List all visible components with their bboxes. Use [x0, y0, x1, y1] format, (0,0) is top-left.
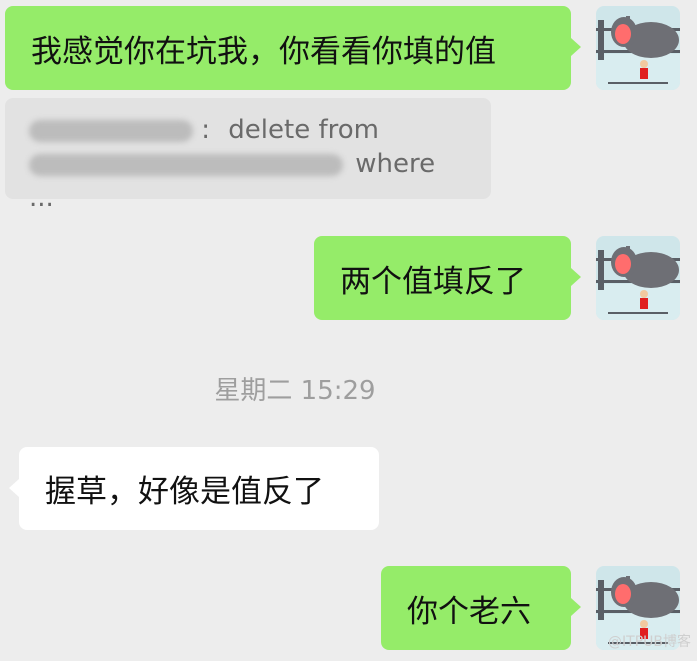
- quote-line-1: : delete from: [29, 113, 467, 147]
- blurred-sender: [29, 119, 193, 142]
- message-text: 我感觉你在坑我，你看看你填的值: [31, 33, 496, 70]
- avatar[interactable]: [596, 236, 680, 320]
- blurred-table-name: [29, 153, 343, 176]
- quote-line-2: where ...: [29, 147, 467, 215]
- message-text: 两个值填反了: [340, 263, 526, 300]
- bubble-tail: [571, 598, 581, 616]
- watermark: @ITPUB博客: [608, 634, 691, 650]
- timestamp: 星期二 15:29: [214, 376, 376, 406]
- hippo-zoo-avatar-icon: [596, 236, 680, 320]
- message-text: 握草，好像是值反了: [45, 474, 324, 510]
- bubble-tail: [571, 268, 581, 286]
- message-bubble[interactable]: 我感觉你在坑我，你看看你填的值: [5, 6, 571, 90]
- bubble-tail: [9, 479, 19, 497]
- avatar[interactable]: [596, 6, 680, 90]
- quoted-message[interactable]: : delete from where ...: [5, 98, 491, 213]
- message-bubble[interactable]: 你个老六: [381, 566, 571, 650]
- quote-text-line-1: delete from: [228, 115, 379, 145]
- message-bubble[interactable]: 握草，好像是值反了: [19, 447, 379, 530]
- message-bubble[interactable]: 两个值填反了: [314, 236, 571, 320]
- bubble-tail: [571, 38, 581, 56]
- quote-separator: :: [201, 115, 211, 145]
- message-text: 你个老六: [407, 593, 531, 630]
- hippo-zoo-avatar-icon: [596, 6, 680, 90]
